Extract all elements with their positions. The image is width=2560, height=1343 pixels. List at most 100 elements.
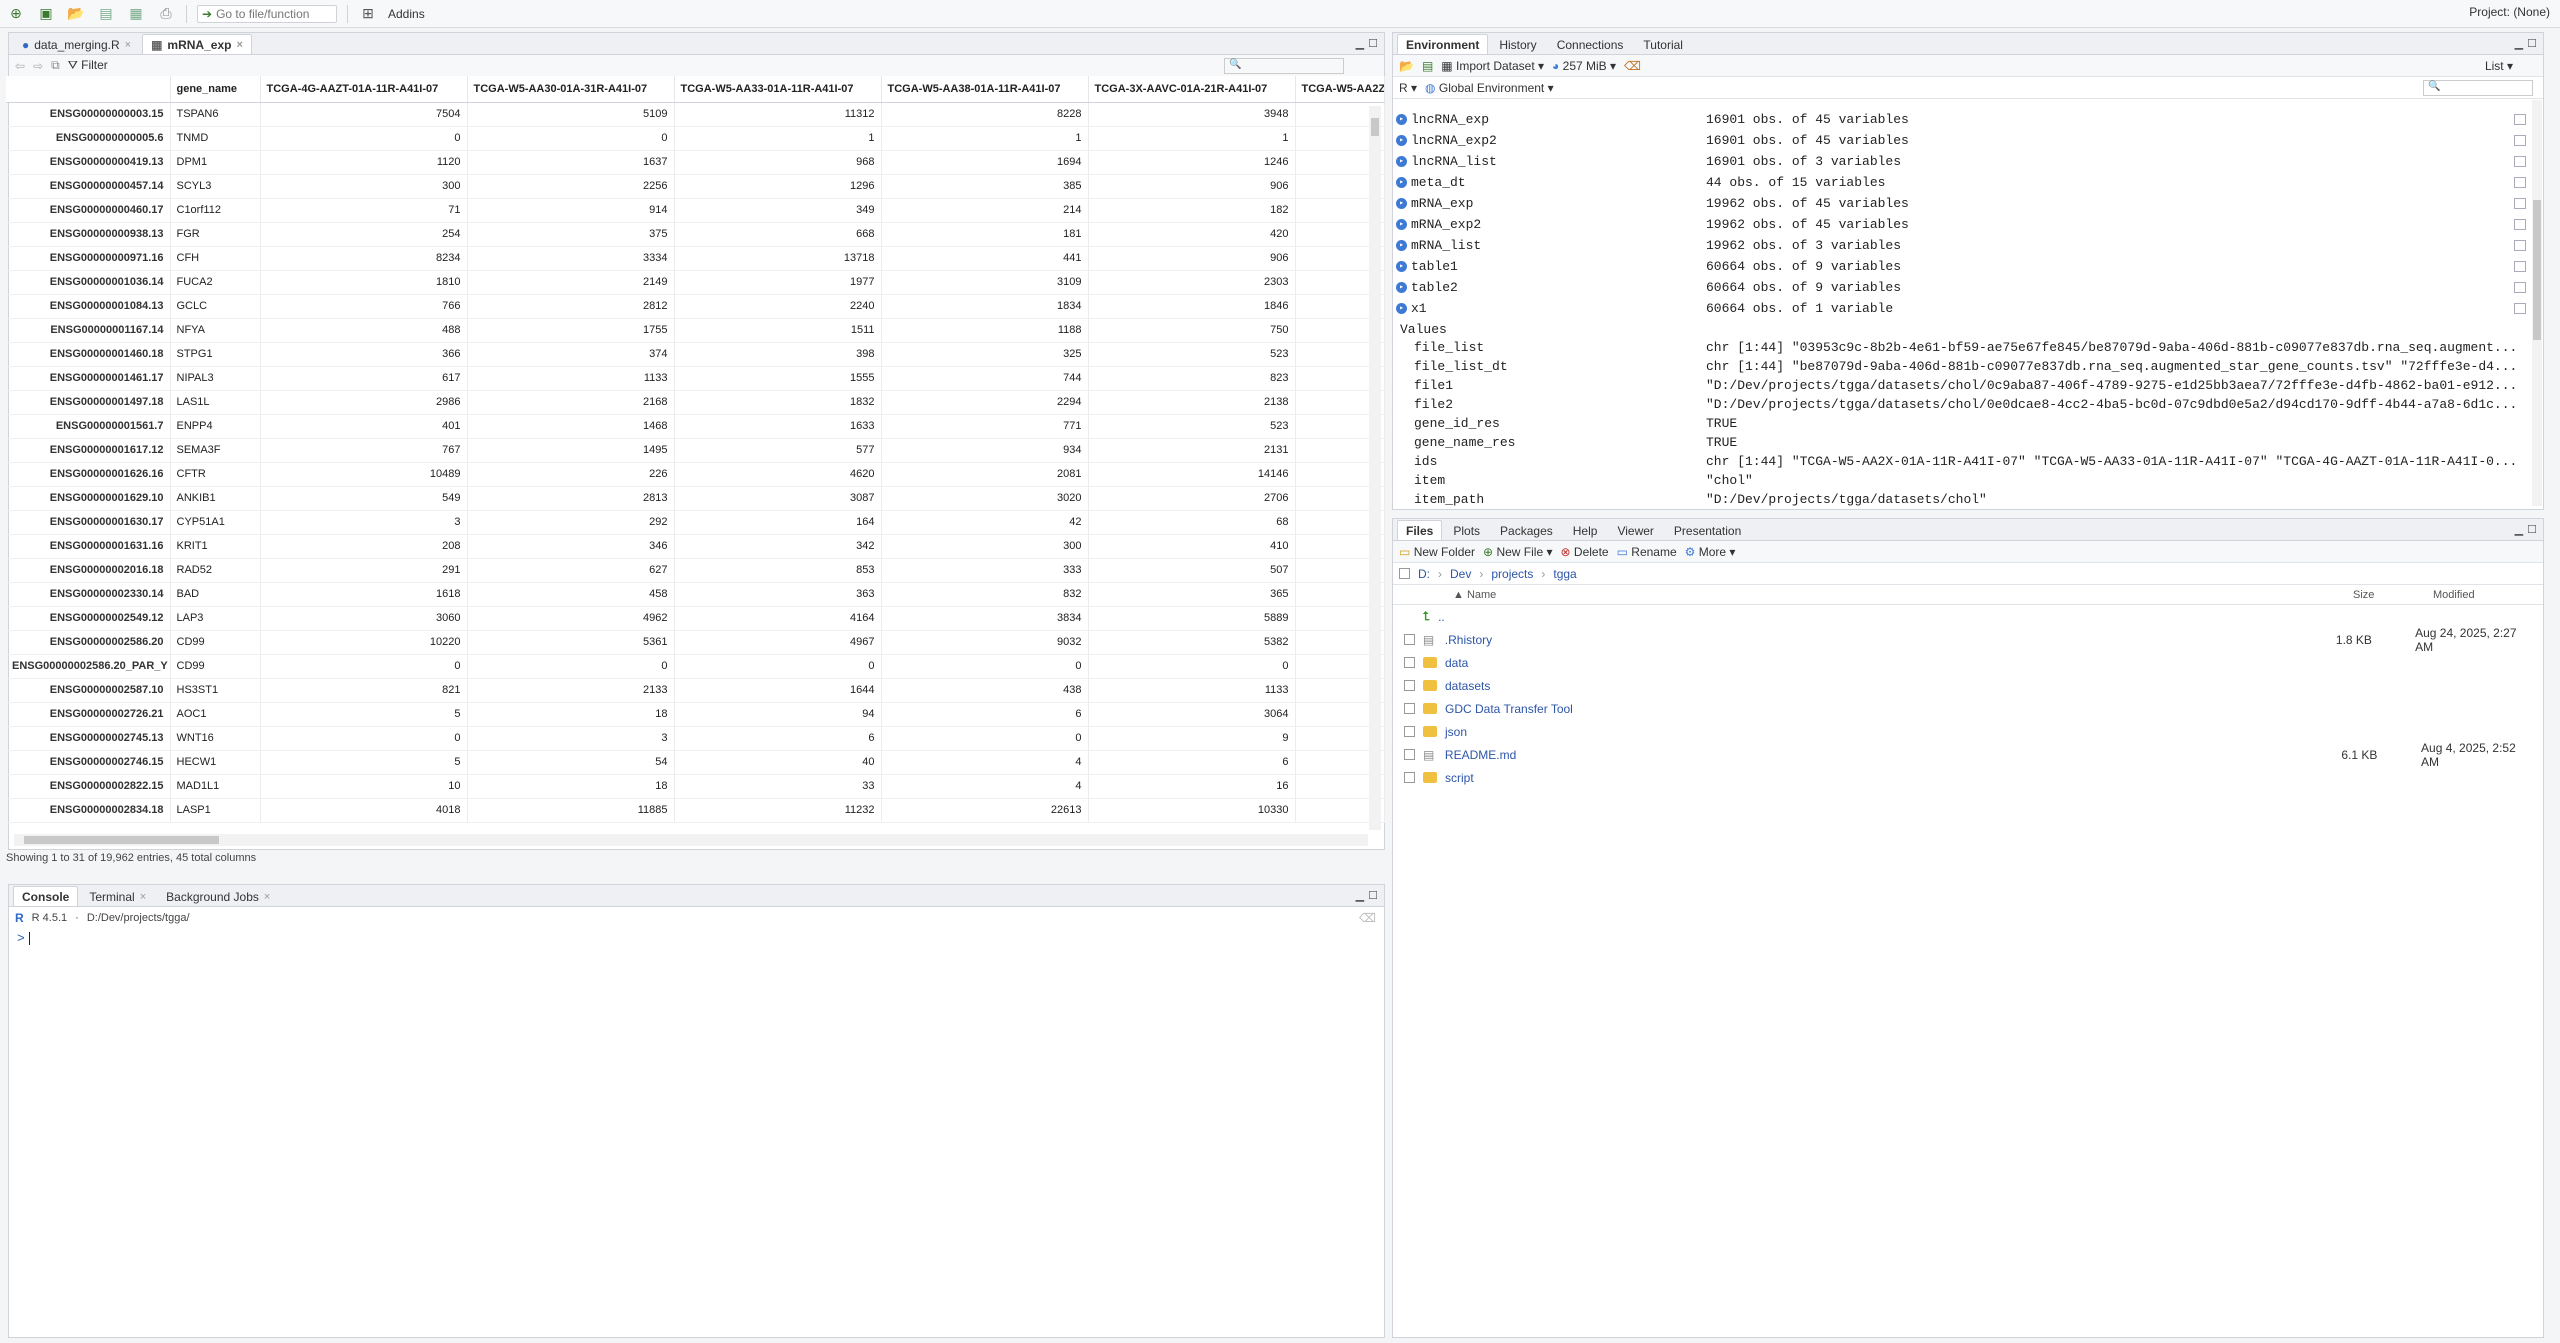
console-input[interactable]: > [9, 929, 1384, 1329]
file-checkbox[interactable] [1404, 657, 1415, 668]
new-file-button[interactable]: ⊕ New File ▾ [1483, 545, 1552, 559]
expand-icon[interactable]: ▸ [1396, 135, 1407, 146]
view-mode-select[interactable]: List ▾ [2485, 59, 2513, 73]
parent-dir-row[interactable]: ⮤.. [1396, 605, 2536, 628]
file-row[interactable]: ▤ .Rhistory 1.8 KB Aug 24, 2025, 2:27 AM [1396, 626, 2536, 654]
env-search-input[interactable]: 🔍 [2423, 79, 2533, 96]
expand-icon[interactable]: ▸ [1396, 219, 1407, 230]
file-checkbox[interactable] [1404, 703, 1415, 714]
import-dataset-button[interactable]: ▦ Import Dataset ▾ [1441, 59, 1544, 73]
scroll-thumb[interactable] [24, 836, 219, 844]
env-value-row[interactable]: file_list chr [1:44] "03953c9c-8b2b-4e61-… [1396, 338, 2536, 357]
expand-icon[interactable]: ▸ [1396, 177, 1407, 188]
minimize-icon[interactable]: ▁ [2515, 523, 2523, 536]
more-button[interactable]: ⚙ More ▾ [1685, 545, 1736, 559]
minimize-icon[interactable]: ▁ [2515, 37, 2523, 50]
column-header[interactable]: TCGA-4G-AAZT-01A-11R-A41I-07 [260, 76, 468, 103]
file-name[interactable]: json [1445, 725, 2345, 739]
env-value-row[interactable]: gene_name_res TRUE [1396, 433, 2536, 452]
var-name[interactable]: meta_dt [1411, 175, 1466, 190]
file-name[interactable]: datasets [1445, 679, 2345, 693]
file-row[interactable]: data [1396, 651, 2536, 674]
expand-icon[interactable]: ▸ [1396, 282, 1407, 293]
new-file-icon[interactable]: ⊕ [6, 4, 26, 24]
view-table-icon[interactable] [2514, 240, 2526, 251]
size-column-header[interactable]: Size [2353, 589, 2433, 601]
breadcrumb-item[interactable]: tgga [1553, 567, 1576, 581]
tab-plots[interactable]: Plots [1444, 520, 1489, 540]
minimize-icon[interactable]: ▁ [1356, 889, 1364, 902]
save-icon[interactable]: ▤ [96, 4, 116, 24]
var-name[interactable]: mRNA_exp [1411, 196, 1473, 211]
minimize-icon[interactable]: ▁ [1356, 37, 1364, 50]
expand-icon[interactable]: ▸ [1396, 114, 1407, 125]
scroll-thumb[interactable] [1371, 118, 1379, 136]
column-header[interactable]: TCGA-W5-AA38-01A-11R-A41I-07 [881, 76, 1089, 103]
search-icon[interactable]: 🔍 [1224, 57, 1344, 74]
goto-file-input[interactable]: ➔ Go to file/function [197, 4, 337, 23]
grid-vertical-scrollbar[interactable] [1369, 106, 1381, 830]
project-menu[interactable]: Project: (None) [2469, 5, 2550, 19]
tab-tutorial[interactable]: Tutorial [1634, 34, 1692, 54]
load-workspace-icon[interactable]: 📂 [1399, 59, 1414, 73]
file-row[interactable]: GDC Data Transfer Tool [1396, 697, 2536, 720]
name-column-header[interactable]: ▲ Name [1453, 589, 2353, 601]
tab-presentation[interactable]: Presentation [1665, 520, 1750, 540]
close-icon[interactable]: × [264, 891, 270, 903]
file-name[interactable]: GDC Data Transfer Tool [1445, 702, 2345, 716]
new-folder-button[interactable]: ▭ New Folder [1399, 545, 1475, 559]
var-name[interactable]: table2 [1411, 280, 1458, 295]
file-name[interactable]: .Rhistory [1445, 633, 2336, 647]
view-table-icon[interactable] [2514, 198, 2526, 209]
new-project-icon[interactable]: ▣ [36, 4, 56, 24]
env-value-row[interactable]: gene_id_res TRUE [1396, 414, 2536, 433]
expand-icon[interactable]: ▸ [1396, 261, 1407, 272]
breadcrumb-item[interactable]: Dev [1450, 567, 1471, 581]
breadcrumb-item[interactable]: projects [1491, 567, 1533, 581]
column-header[interactable]: TCGA-W5-AA30-01A-31R-A41I-07 [467, 76, 675, 103]
modified-column-header[interactable]: Modified [2433, 589, 2475, 601]
file-row[interactable]: datasets [1396, 674, 2536, 697]
rename-button[interactable]: ▭ Rename [1617, 545, 1677, 559]
env-value-row[interactable]: item_path "D:/Dev/projects/tgga/datasets/… [1396, 490, 2536, 509]
file-name[interactable]: README.md [1445, 748, 2341, 762]
env-value-row[interactable]: file_list_dt chr [1:44] "be87079d-9aba-40… [1396, 357, 2536, 376]
rowname-header[interactable] [6, 76, 171, 103]
popout-icon[interactable]: ⧉ [51, 58, 60, 73]
view-table-icon[interactable] [2514, 303, 2526, 314]
tab-viewer[interactable]: Viewer [1608, 520, 1662, 540]
tab-connections[interactable]: Connections [1548, 34, 1633, 54]
file-row[interactable]: script [1396, 766, 2536, 789]
select-all-checkbox[interactable] [1399, 568, 1410, 579]
close-icon[interactable]: × [140, 891, 146, 903]
forward-icon[interactable]: ⇨ [33, 59, 43, 73]
file-checkbox[interactable] [1404, 726, 1415, 737]
file-row[interactable]: ▤ README.md 6.1 KB Aug 4, 2025, 2:52 AM [1396, 741, 2536, 769]
env-data-row[interactable]: ▸ x1 60664 obs. of 1 variable [1396, 298, 2536, 319]
env-scrollbar[interactable] [2532, 100, 2542, 506]
column-header[interactable]: TCGA-W5-AA2Z [1295, 76, 1385, 103]
env-data-row[interactable]: ▸ table2 60664 obs. of 9 variables [1396, 277, 2536, 298]
clear-broom-icon[interactable]: ⌫ [1624, 59, 1641, 73]
tab-mrna-exp[interactable]: ▦ mRNA_exp × [142, 34, 252, 54]
var-name[interactable]: x1 [1411, 301, 1427, 316]
file-checkbox[interactable] [1404, 749, 1415, 760]
broom-icon[interactable]: ⌫ [1359, 911, 1376, 925]
view-table-icon[interactable] [2514, 219, 2526, 230]
view-table-icon[interactable] [2514, 114, 2526, 125]
memory-usage[interactable]: ◕ 257 MiB ▾ [1552, 59, 1616, 73]
file-name[interactable]: .. [1438, 610, 2338, 624]
var-name[interactable]: lncRNA_list [1411, 154, 1497, 169]
env-value-row[interactable]: file2 "D:/Dev/projects/tgga/datasets/chol… [1396, 395, 2536, 414]
scope-select[interactable]: ◍ Global Environment ▾ [1425, 81, 1554, 95]
file-checkbox[interactable] [1404, 680, 1415, 691]
filter-button[interactable]: ⛛ Filter [68, 58, 108, 73]
language-select[interactable]: R ▾ [1399, 81, 1417, 95]
column-header[interactable]: gene_name [170, 76, 261, 103]
env-data-row[interactable]: ▸ mRNA_list 19962 obs. of 3 variables [1396, 235, 2536, 256]
tab-files[interactable]: Files [1397, 520, 1443, 540]
env-data-row[interactable]: ▸ lncRNA_exp2 16901 obs. of 45 variables [1396, 130, 2536, 151]
close-icon[interactable]: × [236, 39, 242, 51]
maximize-icon[interactable]: ☐ [1368, 37, 1378, 50]
tab-terminal[interactable]: Terminal × [80, 886, 155, 906]
